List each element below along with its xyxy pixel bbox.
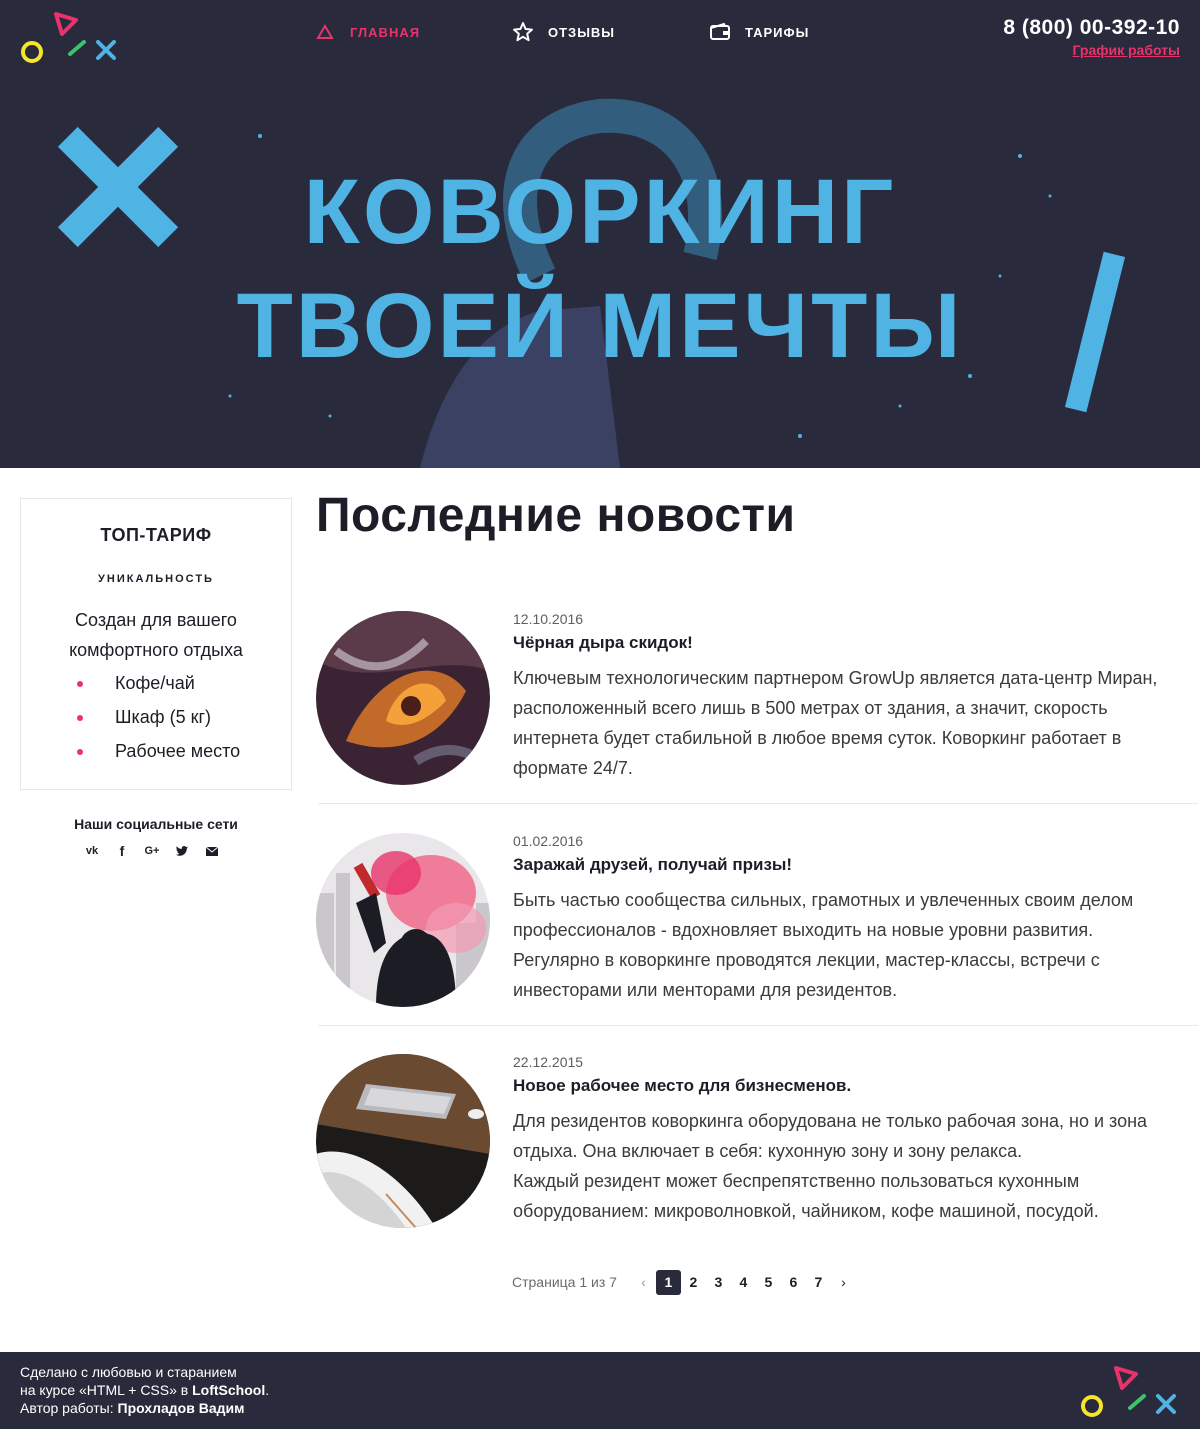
news-date: 22.12.2015 <box>513 1054 584 1070</box>
chevron-right-icon[interactable]: › <box>831 1270 856 1295</box>
news-title[interactable]: Заражай друзей, получай призы! <box>513 855 792 875</box>
feature-label: Рабочее место <box>115 741 241 761</box>
news-text: Ключевым технологическим партнером GrowU… <box>513 668 1158 778</box>
page-button-1[interactable]: 1 <box>655 1269 681 1295</box>
feature-label: Шкаф (5 кг) <box>115 707 212 727</box>
page-button-6[interactable]: 6 <box>781 1270 806 1295</box>
card-subtitle: УНИКАЛЬНОСТЬ <box>98 573 214 585</box>
page-button-2[interactable]: 2 <box>681 1270 706 1295</box>
nav-tariffs-label: ТАРИФЫ <box>745 24 810 40</box>
footer-line-3: Автор работы: Прохладов Вадим <box>20 1400 244 1416</box>
star-icon <box>512 21 534 43</box>
feature-label: Кофе/чай <box>115 673 195 693</box>
logo-icon[interactable] <box>18 10 122 66</box>
nav-main-label: ГЛАВНАЯ <box>350 24 421 40</box>
chevron-left-icon[interactable]: ‹ <box>631 1270 656 1295</box>
bullet-icon <box>77 714 83 721</box>
news-text-paragraph: Каждый резидент может беспрепятственно п… <box>513 1171 1099 1221</box>
vk-icon[interactable]: vk <box>84 842 100 860</box>
footer-brand-link[interactable]: LoftSchool <box>192 1382 265 1398</box>
wallet-icon <box>709 21 731 43</box>
social-links: vk f G+ <box>84 842 234 860</box>
bullet-icon <box>77 680 83 687</box>
facebook-icon[interactable]: f <box>114 842 130 860</box>
nav-tariffs[interactable]: ТАРИФЫ <box>709 21 809 43</box>
news-text-paragraph: Для резидентов коворкинга оборудована не… <box>513 1111 1148 1161</box>
footer-period: . <box>265 1382 270 1398</box>
hero-decoration <box>57 98 1126 468</box>
footer-logo-icon[interactable] <box>1078 1364 1182 1420</box>
nav-reviews[interactable]: ОТЗЫВЫ <box>512 21 615 43</box>
page-title: Последние новости <box>316 489 796 542</box>
page-button-7[interactable]: 7 <box>806 1270 831 1295</box>
pagination-label: Страница 1 из 7 <box>512 1274 617 1290</box>
bullet-icon <box>77 748 83 755</box>
news-item: 12.10.2016 Чёрная дыра скидок! Ключевым … <box>316 611 1198 801</box>
news-image[interactable] <box>316 833 490 1007</box>
hero-title-line-2: ТВОЕЙ МЕЧТЫ <box>236 275 964 377</box>
site-footer: Сделано с любовью и старанием на курсе «… <box>0 1352 1200 1429</box>
twitter-icon[interactable] <box>174 842 190 860</box>
google-plus-icon[interactable]: G+ <box>144 842 160 860</box>
page-button-4[interactable]: 4 <box>731 1270 756 1295</box>
divider <box>318 1025 1198 1026</box>
triangle-icon <box>314 21 336 43</box>
card-title: ТОП-ТАРИФ <box>100 525 212 545</box>
footer-course-text: на курсе «HTML + CSS» в <box>20 1382 193 1398</box>
feature-item: Рабочее место <box>77 741 240 762</box>
feature-item: Шкаф (5 кг) <box>77 707 211 728</box>
feature-item: Кофе/чай <box>77 673 195 694</box>
hero-title-line-1: КОВОРКИНГ <box>303 161 897 263</box>
footer-line-2: на курсе «HTML + CSS» в LoftSchool. <box>20 1382 269 1398</box>
schedule-link[interactable]: График работы <box>1073 42 1181 58</box>
news-item: 22.12.2015 Новое рабочее место для бизне… <box>316 1054 1198 1244</box>
page-button-3[interactable]: 3 <box>706 1270 731 1295</box>
footer-author-label: Автор работы: <box>20 1400 118 1416</box>
nav-reviews-label: ОТЗЫВЫ <box>548 24 616 40</box>
card-description: Создан для вашего комфортного отдыха <box>69 610 243 660</box>
news-title[interactable]: Новое рабочее место для бизнесменов. <box>513 1076 851 1096</box>
news-date: 12.10.2016 <box>513 611 584 627</box>
footer-line-1: Сделано с любовью и старанием <box>20 1364 237 1380</box>
nav-main[interactable]: ГЛАВНАЯ <box>314 21 420 43</box>
news-date: 01.02.2016 <box>513 833 584 849</box>
news-text: Для резидентов коворкинга оборудована не… <box>513 1106 1173 1226</box>
divider <box>318 803 1198 804</box>
social-title: Наши социальные сети <box>74 816 238 832</box>
mail-icon[interactable] <box>204 842 220 860</box>
news-title[interactable]: Чёрная дыра скидок! <box>513 633 693 653</box>
hero-banner: КОВОРКИНГ ТВОЕЙ МЕЧТЫ <box>0 76 1200 468</box>
news-item: 01.02.2016 Заражай друзей, получай призы… <box>316 833 1198 1023</box>
pagination: Страница 1 из 7 ‹ 1 2 3 4 5 6 7 › <box>512 1269 856 1295</box>
phone-number[interactable]: 8 (800) 00-392-10 <box>1003 16 1180 40</box>
footer-author-name: Прохладов Вадим <box>117 1400 245 1416</box>
page-button-5[interactable]: 5 <box>756 1270 781 1295</box>
news-image[interactable] <box>316 1054 490 1228</box>
top-tariff-card: ТОП-ТАРИФ УНИКАЛЬНОСТЬ Создан для вашего… <box>20 498 292 790</box>
news-image[interactable] <box>316 611 490 785</box>
site-header: ГЛАВНАЯ ОТЗЫВЫ ТАРИФЫ 8 (800) 00-392-10 … <box>0 0 1200 76</box>
news-text: Быть частью сообщества сильных, грамотны… <box>513 890 1134 1000</box>
